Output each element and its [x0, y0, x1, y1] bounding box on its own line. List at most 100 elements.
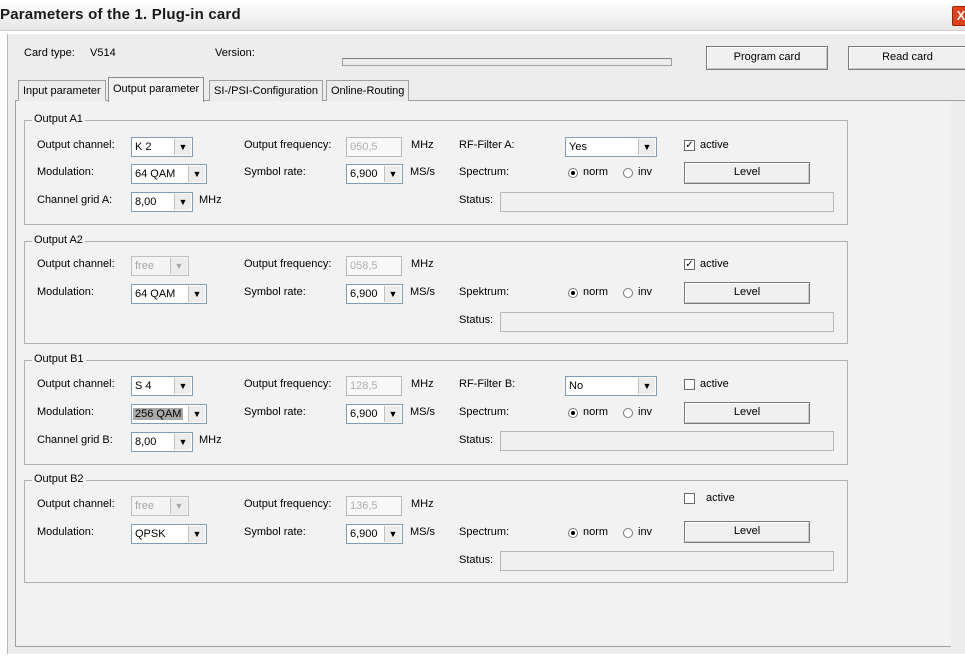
- channel-grid-label: Channel grid A:: [37, 194, 113, 206]
- status-label: Status:: [459, 194, 494, 206]
- tab-input-parameter[interactable]: Input parameter: [18, 80, 106, 101]
- close-button[interactable]: X: [952, 6, 965, 26]
- active-checkbox[interactable]: [684, 493, 695, 504]
- symbol-rate-select[interactable]: 6,900 ▼: [346, 284, 403, 304]
- rf-filter-label: RF-Filter B:: [459, 378, 516, 390]
- version-progress: [342, 58, 672, 66]
- active-label: active: [700, 139, 729, 151]
- inv-label: inv: [638, 406, 653, 418]
- chevron-down-icon: ▼: [638, 139, 655, 155]
- output-channel-label: Output channel:: [37, 498, 115, 510]
- group-title: Output B1: [32, 353, 86, 365]
- modulation-select[interactable]: 64 QAM ▼: [131, 164, 207, 184]
- output-frequency-label: Output frequency:: [244, 139, 332, 151]
- read-card-button[interactable]: Read card: [848, 46, 965, 70]
- group-title: Output A1: [32, 113, 85, 125]
- mhz-unit: MHz: [199, 434, 222, 446]
- spectrum-inv-radio[interactable]: [623, 408, 633, 418]
- chevron-down-icon: ▼: [174, 434, 191, 450]
- mhz-unit: MHz: [411, 498, 434, 510]
- program-card-button[interactable]: Program card: [706, 46, 828, 70]
- output-channel-label: Output channel:: [37, 139, 115, 151]
- group-title: Output A2: [32, 234, 85, 246]
- output-frequency-label: Output frequency:: [244, 498, 332, 510]
- chevron-down-icon: ▼: [174, 139, 191, 155]
- spectrum-label: Spektrum:: [459, 286, 510, 298]
- output-frequency-field: 050,5: [346, 137, 402, 157]
- status-field: [500, 192, 834, 212]
- group-title: Output B2: [32, 473, 86, 485]
- modulation-label: Modulation:: [37, 166, 94, 178]
- output-frequency-label: Output frequency:: [244, 258, 332, 270]
- channel-grid-select[interactable]: 8,00 ▼: [131, 432, 193, 452]
- card-type-value: V514: [90, 47, 116, 59]
- output-frequency-field: 128,5: [346, 376, 402, 396]
- chevron-down-icon: ▼: [188, 406, 205, 422]
- active-label: active: [700, 378, 729, 390]
- rf-filter-label: RF-Filter A:: [459, 139, 515, 151]
- chevron-down-icon: ▼: [384, 406, 401, 422]
- mhz-unit: MHz: [199, 194, 222, 206]
- chevron-down-icon: ▼: [188, 286, 205, 302]
- spectrum-inv-radio[interactable]: [623, 528, 633, 538]
- norm-label: norm: [583, 286, 609, 298]
- level-button[interactable]: Level: [684, 521, 810, 543]
- tab-online-routing[interactable]: Online-Routing: [326, 80, 410, 101]
- spectrum-norm-radio[interactable]: [568, 528, 578, 538]
- inv-label: inv: [638, 166, 653, 178]
- output-channel-label: Output channel:: [37, 258, 115, 270]
- active-checkbox[interactable]: ✓: [684, 259, 695, 270]
- spectrum-inv-radio[interactable]: [623, 168, 633, 178]
- mss-unit: MS/s: [410, 406, 436, 418]
- channel-grid-select[interactable]: 8,00 ▼: [131, 192, 193, 212]
- modulation-select[interactable]: QPSK ▼: [131, 524, 207, 544]
- chevron-down-icon: ▼: [174, 194, 191, 210]
- status-field: [500, 312, 834, 332]
- output-channel-select[interactable]: S 4 ▼: [131, 376, 193, 396]
- rf-filter-select[interactable]: Yes ▼: [565, 137, 657, 157]
- output-channel-select: free ▼: [131, 496, 189, 516]
- level-button[interactable]: Level: [684, 282, 810, 304]
- active-checkbox[interactable]: [684, 379, 695, 390]
- output-channel-label: Output channel:: [37, 378, 115, 390]
- level-button[interactable]: Level: [684, 402, 810, 424]
- chevron-down-icon: ▼: [384, 526, 401, 542]
- modulation-label: Modulation:: [37, 286, 94, 298]
- mss-unit: MS/s: [410, 166, 436, 178]
- spectrum-label: Spectrum:: [459, 406, 510, 418]
- inv-label: inv: [638, 286, 653, 298]
- status-field: [500, 551, 834, 571]
- spectrum-norm-radio[interactable]: [568, 168, 578, 178]
- modulation-select[interactable]: 256 QAM ▼: [131, 404, 207, 424]
- window-title: Parameters of the 1. Plug-in card: [0, 6, 241, 23]
- status-label: Status:: [459, 314, 494, 326]
- spectrum-inv-radio[interactable]: [623, 288, 633, 298]
- chevron-down-icon: ▼: [384, 286, 401, 302]
- active-label: active: [700, 258, 729, 270]
- modulation-select[interactable]: 64 QAM ▼: [131, 284, 207, 304]
- tab-output-parameter[interactable]: Output parameter: [108, 77, 205, 102]
- spectrum-norm-radio[interactable]: [568, 408, 578, 418]
- rf-filter-select[interactable]: No ▼: [565, 376, 657, 396]
- output-frequency-field: 058,5: [346, 256, 402, 276]
- inv-label: inv: [638, 526, 653, 538]
- mhz-unit: MHz: [411, 258, 434, 270]
- active-checkbox[interactable]: ✓: [684, 140, 695, 151]
- spectrum-norm-radio[interactable]: [568, 288, 578, 298]
- channel-grid-label: Channel grid B:: [37, 434, 113, 446]
- symbol-rate-select[interactable]: 6,900 ▼: [346, 404, 403, 424]
- status-label: Status:: [459, 434, 494, 446]
- output-channel-select[interactable]: K 2 ▼: [131, 137, 193, 157]
- level-button[interactable]: Level: [684, 162, 810, 184]
- chevron-down-icon: ▼: [384, 166, 401, 182]
- tab-si-psi-configuration[interactable]: SI-/PSI-Configuration: [209, 80, 323, 101]
- chevron-down-icon: ▼: [188, 526, 205, 542]
- norm-label: norm: [583, 526, 609, 538]
- symbol-rate-label: Symbol rate:: [244, 406, 306, 418]
- symbol-rate-select[interactable]: 6,900 ▼: [346, 524, 403, 544]
- symbol-rate-label: Symbol rate:: [244, 286, 306, 298]
- chevron-down-icon: ▼: [638, 378, 655, 394]
- symbol-rate-select[interactable]: 6,900 ▼: [346, 164, 403, 184]
- mhz-unit: MHz: [411, 139, 434, 151]
- spectrum-label: Spectrum:: [459, 526, 510, 538]
